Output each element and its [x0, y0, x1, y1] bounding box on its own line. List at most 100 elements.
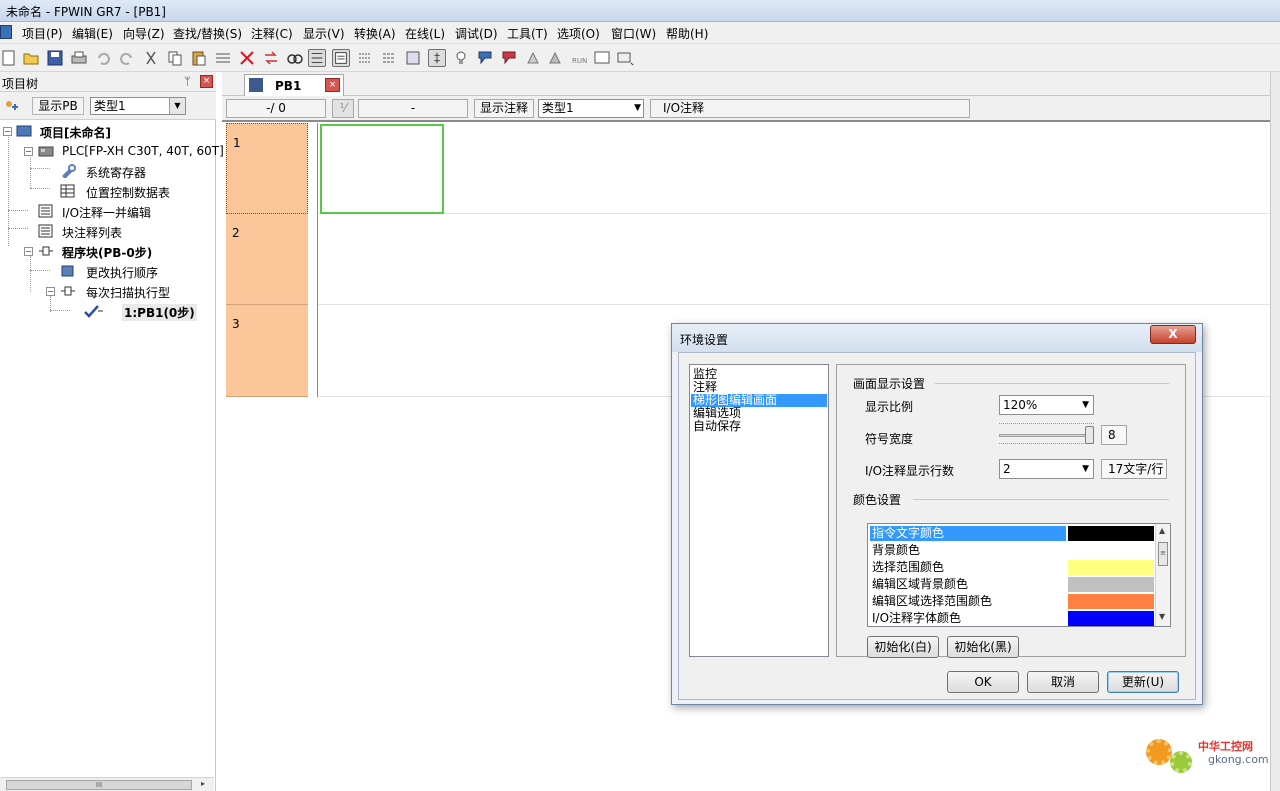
menu-project[interactable]: 项目(P) — [22, 25, 63, 42]
tree-node-plc[interactable]: − PLC[FP-XH C30T, 40T, 60T] — [0, 142, 224, 160]
verify-icon[interactable] — [546, 49, 564, 67]
tab-close-icon[interactable]: × — [325, 78, 340, 92]
tree-node-position-table[interactable]: 位置控制数据表 — [0, 182, 216, 200]
menu-find-replace[interactable]: 查找/替换(S) — [173, 25, 242, 42]
collapse-icon[interactable]: − — [24, 147, 33, 156]
undo-icon[interactable] — [94, 49, 112, 67]
scrollbar-thumb[interactable]: ≡ — [1158, 542, 1168, 566]
color-settings-list[interactable]: 指令文字颜色 背景颜色 选择范围颜色 编辑区域背景颜色 编辑区域选择范围颜色 I… — [867, 523, 1171, 627]
color-list-scrollbar[interactable]: ▲ ≡ ▼ — [1155, 524, 1170, 626]
symbol-width-slider-thumb[interactable] — [1085, 426, 1094, 444]
tree-node-change-order[interactable]: 更改执行顺序 — [0, 262, 216, 280]
menu-wizard[interactable]: 向导(Z) — [123, 25, 165, 42]
compare-icon[interactable] — [524, 49, 542, 67]
collapse-icon[interactable]: − — [46, 287, 55, 296]
chevron-down-icon[interactable]: ▼ — [634, 100, 641, 117]
update-button[interactable]: 更新(U) — [1107, 671, 1179, 693]
menu-edit[interactable]: 编辑(E) — [72, 25, 113, 42]
insert-row-icon[interactable] — [214, 49, 232, 67]
row-number-3[interactable]: 3 — [226, 305, 308, 397]
color-swatch[interactable] — [1068, 543, 1154, 558]
color-row[interactable]: I/O注释字体颜色 — [868, 610, 1156, 626]
cancel-button[interactable]: 取消 — [1027, 671, 1099, 693]
menu-debug[interactable]: 调试(D) — [455, 25, 498, 42]
print-icon[interactable] — [70, 49, 88, 67]
chevron-down-icon[interactable]: ▼ — [169, 98, 185, 114]
scroll-down-icon[interactable]: ▼ — [1159, 612, 1165, 621]
settings-category-list[interactable]: 监控 注释 梯形图编辑画面 编辑选项 自动保存 — [689, 364, 829, 657]
upload-icon[interactable] — [500, 49, 518, 67]
scroll-right-icon[interactable]: ▸ — [201, 779, 205, 788]
collapse-icon[interactable]: − — [24, 247, 33, 256]
menu-options[interactable]: 选项(O) — [557, 25, 600, 42]
open-folder-icon[interactable] — [22, 49, 40, 67]
color-row[interactable]: 指令文字颜色 — [868, 525, 1156, 542]
download-icon[interactable] — [476, 49, 494, 67]
delete-row-icon[interactable] — [238, 49, 256, 67]
ladder-row[interactable] — [318, 214, 1270, 305]
comment-icon[interactable] — [380, 49, 398, 67]
redo-icon[interactable] — [118, 49, 136, 67]
tree-node-each-scan[interactable]: − 每次扫描执行型 — [0, 282, 216, 300]
color-row[interactable]: 编辑区域背景颜色 — [868, 576, 1156, 593]
category-item-autosave[interactable]: 自动保存 — [693, 420, 741, 433]
ok-button[interactable]: OK — [947, 671, 1019, 693]
message-icon[interactable] — [616, 49, 634, 67]
menu-convert[interactable]: 转换(A) — [354, 25, 396, 42]
init-black-button[interactable]: 初始化(黑) — [947, 636, 1019, 658]
right-scrollbar[interactable] — [1270, 72, 1280, 791]
menu-comment[interactable]: 注释(C) — [251, 25, 293, 42]
tree-node-system-register[interactable]: 系统寄存器 — [0, 162, 216, 180]
pin-icon[interactable]: ᛘ — [184, 75, 191, 88]
chevron-down-icon[interactable]: ▼ — [1082, 460, 1089, 478]
scrollbar-thumb[interactable]: III — [6, 780, 192, 790]
show-comment-label[interactable]: 显示注释 — [474, 99, 534, 118]
menu-tools[interactable]: 工具(T) — [507, 25, 548, 42]
run-icon[interactable]: RUN — [570, 49, 588, 67]
collapse-icon[interactable]: − — [3, 127, 12, 136]
io-lines-select[interactable]: 2 ▼ — [999, 459, 1094, 479]
symbol-width-slider[interactable] — [999, 434, 1094, 437]
monitor-icon[interactable] — [356, 49, 374, 67]
menu-help[interactable]: 帮助(H) — [666, 25, 708, 42]
chevron-down-icon[interactable]: ▼ — [1082, 396, 1089, 414]
status-icon[interactable] — [593, 49, 611, 67]
app-icon[interactable] — [0, 25, 12, 39]
copy-icon[interactable] — [166, 49, 184, 67]
bulb-icon[interactable] — [452, 49, 470, 67]
fraction-icon[interactable]: ⅟ — [332, 99, 354, 118]
scroll-up-icon[interactable]: ▲ — [1159, 526, 1165, 535]
tree-node-program-block[interactable]: − 程序块(PB-0步) — [0, 242, 216, 260]
row-number-1[interactable]: 1 — [226, 123, 308, 214]
ladder-row[interactable] — [318, 123, 1270, 214]
color-swatch[interactable] — [1068, 560, 1154, 575]
tree-node-project[interactable]: − 项目[未命名] — [0, 122, 216, 140]
show-pb-button[interactable]: 显示PB — [32, 97, 84, 115]
color-row[interactable]: 背景颜色 — [868, 542, 1156, 559]
menu-online[interactable]: 在线(L) — [405, 25, 445, 42]
color-swatch[interactable] — [1068, 594, 1154, 609]
menu-window[interactable]: 窗口(W) — [611, 25, 656, 42]
color-swatch[interactable] — [1068, 526, 1154, 541]
zoom-select[interactable]: 120% ▼ — [999, 395, 1094, 415]
pb-type-select[interactable]: 类型1 ▼ — [90, 97, 186, 115]
online-icon[interactable] — [428, 49, 446, 67]
save-icon[interactable] — [46, 49, 64, 67]
cut-icon[interactable] — [142, 49, 160, 67]
menu-view[interactable]: 显示(V) — [303, 25, 345, 42]
replace-icon[interactable] — [262, 49, 280, 67]
find-icon[interactable] — [286, 49, 304, 67]
convert-icon[interactable] — [404, 49, 422, 67]
tab-pb1[interactable]: PB1 × — [244, 74, 344, 96]
color-row[interactable]: 编辑区域选择范围颜色 — [868, 593, 1156, 610]
paste-icon[interactable] — [190, 49, 208, 67]
color-swatch[interactable] — [1068, 577, 1154, 592]
panel-close-icon[interactable]: × — [200, 75, 213, 88]
comment-type-select[interactable]: 类型1 ▼ — [538, 99, 644, 118]
tree-node-pb1[interactable]: 1:PB1(0步) — [0, 302, 216, 321]
init-white-button[interactable]: 初始化(白) — [867, 636, 939, 658]
row-number-2[interactable]: 2 — [226, 214, 308, 305]
tree-node-block-comment[interactable]: 块注释列表 — [0, 222, 216, 240]
color-swatch[interactable] — [1068, 611, 1154, 626]
tree-tool-icon[interactable] — [3, 98, 21, 114]
